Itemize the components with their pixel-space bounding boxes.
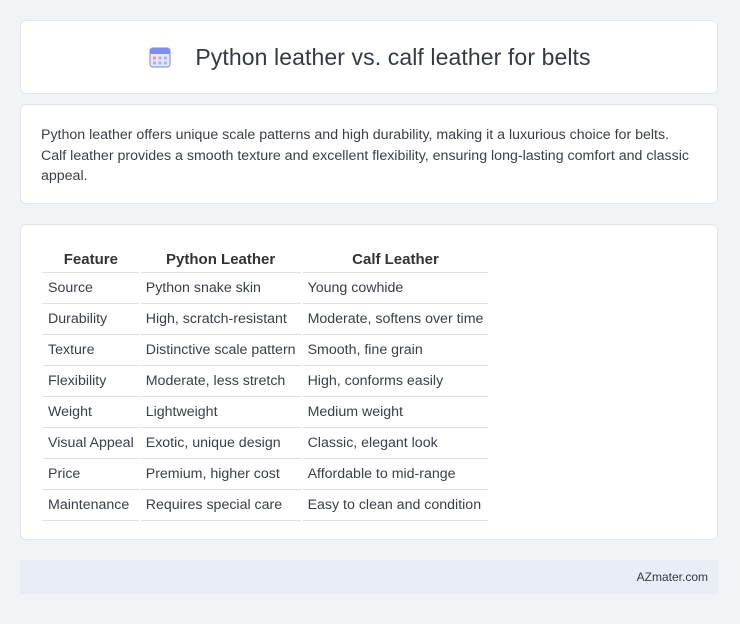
page-title: Python leather vs. calf leather for belt…: [195, 43, 591, 70]
table-cell: Medium weight: [302, 397, 489, 428]
column-header-calf: Calf Leather: [302, 245, 489, 273]
table-cell: High, conforms easily: [302, 366, 489, 397]
table-cell: Classic, elegant look: [302, 428, 489, 459]
table-cell: Texture: [43, 335, 139, 366]
table-cell: Flexibility: [43, 366, 139, 397]
table-cell: Moderate, softens over time: [302, 304, 489, 335]
title-card: Python leather vs. calf leather for belt…: [20, 20, 718, 94]
table-cell: Smooth, fine grain: [302, 335, 489, 366]
table-row: Visual Appeal Exotic, unique design Clas…: [43, 428, 489, 459]
table-cell: Python snake skin: [140, 273, 301, 304]
table-cell: Exotic, unique design: [140, 428, 301, 459]
table-cell: Maintenance: [43, 490, 139, 521]
footer-site-link[interactable]: AZmater.com: [637, 570, 708, 584]
footer-bar: AZmater.com: [20, 560, 718, 594]
table-cell: Premium, higher cost: [140, 459, 301, 490]
table-cell: Young cowhide: [302, 273, 489, 304]
table-cell: Price: [43, 459, 139, 490]
table-cell: Distinctive scale pattern: [140, 335, 301, 366]
table-row: Flexibility Moderate, less stretch High,…: [43, 366, 489, 397]
table-row: Source Python snake skin Young cowhide: [43, 273, 489, 304]
table-row: Weight Lightweight Medium weight: [43, 397, 489, 428]
table-cell: Easy to clean and condition: [302, 490, 489, 521]
table-cell: Weight: [43, 397, 139, 428]
summary-text: Python leather offers unique scale patte…: [41, 127, 689, 184]
column-header-feature: Feature: [43, 245, 139, 273]
table-cell: Requires special care: [140, 490, 301, 521]
calendar-icon: [147, 44, 173, 70]
table-row: Maintenance Requires special care Easy t…: [43, 490, 489, 521]
comparison-card: Feature Python Leather Calf Leather Sour…: [20, 224, 718, 540]
table-cell: High, scratch-resistant: [140, 304, 301, 335]
table-cell: Lightweight: [140, 397, 301, 428]
summary-card: Python leather offers unique scale patte…: [20, 104, 718, 204]
comparison-table: Feature Python Leather Calf Leather Sour…: [41, 245, 490, 521]
table-row: Price Premium, higher cost Affordable to…: [43, 459, 489, 490]
table-row: Durability High, scratch-resistant Moder…: [43, 304, 489, 335]
table-row: Texture Distinctive scale pattern Smooth…: [43, 335, 489, 366]
table-header-row: Feature Python Leather Calf Leather: [43, 245, 489, 273]
table-cell: Moderate, less stretch: [140, 366, 301, 397]
table-cell: Visual Appeal: [43, 428, 139, 459]
table-cell: Durability: [43, 304, 139, 335]
table-cell: Affordable to mid-range: [302, 459, 489, 490]
column-header-python: Python Leather: [140, 245, 301, 273]
table-cell: Source: [43, 273, 139, 304]
